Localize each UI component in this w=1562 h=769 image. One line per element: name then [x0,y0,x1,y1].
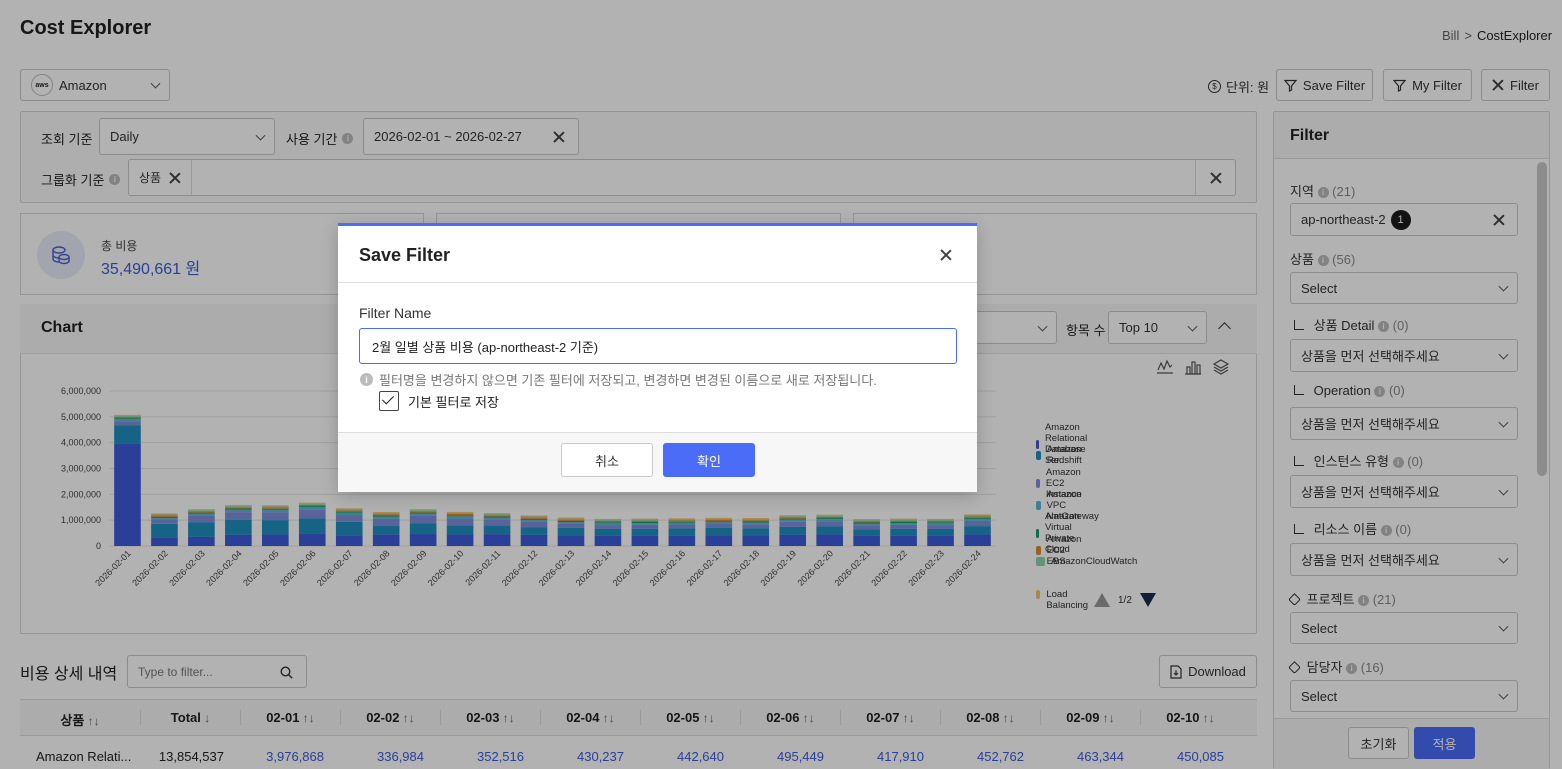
filter-name-hint-text: 필터명을 변경하지 않으면 기존 필터에 저장되고, 변경하면 변경된 이름으로… [379,373,877,388]
filter-name-hint: i 필터명을 변경하지 않으면 기존 필터에 저장되고, 변경하면 변경된 이름… [360,370,877,389]
modal-divider [338,282,977,283]
modal-close-button[interactable] [938,247,954,263]
modal-cancel-label: 취소 [595,453,619,469]
filter-name-value: 2월 일별 상품 비용 (ap-northeast-2 기준) [372,339,599,355]
check-icon [381,392,395,405]
modal-confirm-button[interactable]: 확인 [663,443,755,477]
default-filter-label: 기본 필터로 저장 [408,394,499,410]
modal-confirm-label: 확인 [697,453,721,469]
default-filter-checkbox[interactable] [379,391,399,411]
modal-title: Save Filter [359,245,451,265]
filter-name-label: Filter Name [359,305,432,321]
default-filter-checkbox-row[interactable]: 기본 필터로 저장 [379,391,499,411]
modal-footer [338,432,977,492]
save-filter-modal: Save Filter Filter Name 2월 일별 상품 비용 (ap-… [338,223,977,492]
filter-name-input[interactable]: 2월 일별 상품 비용 (ap-northeast-2 기준) [359,328,957,364]
close-icon [940,249,952,261]
info-icon: i [360,373,373,386]
modal-cancel-button[interactable]: 취소 [561,443,653,477]
